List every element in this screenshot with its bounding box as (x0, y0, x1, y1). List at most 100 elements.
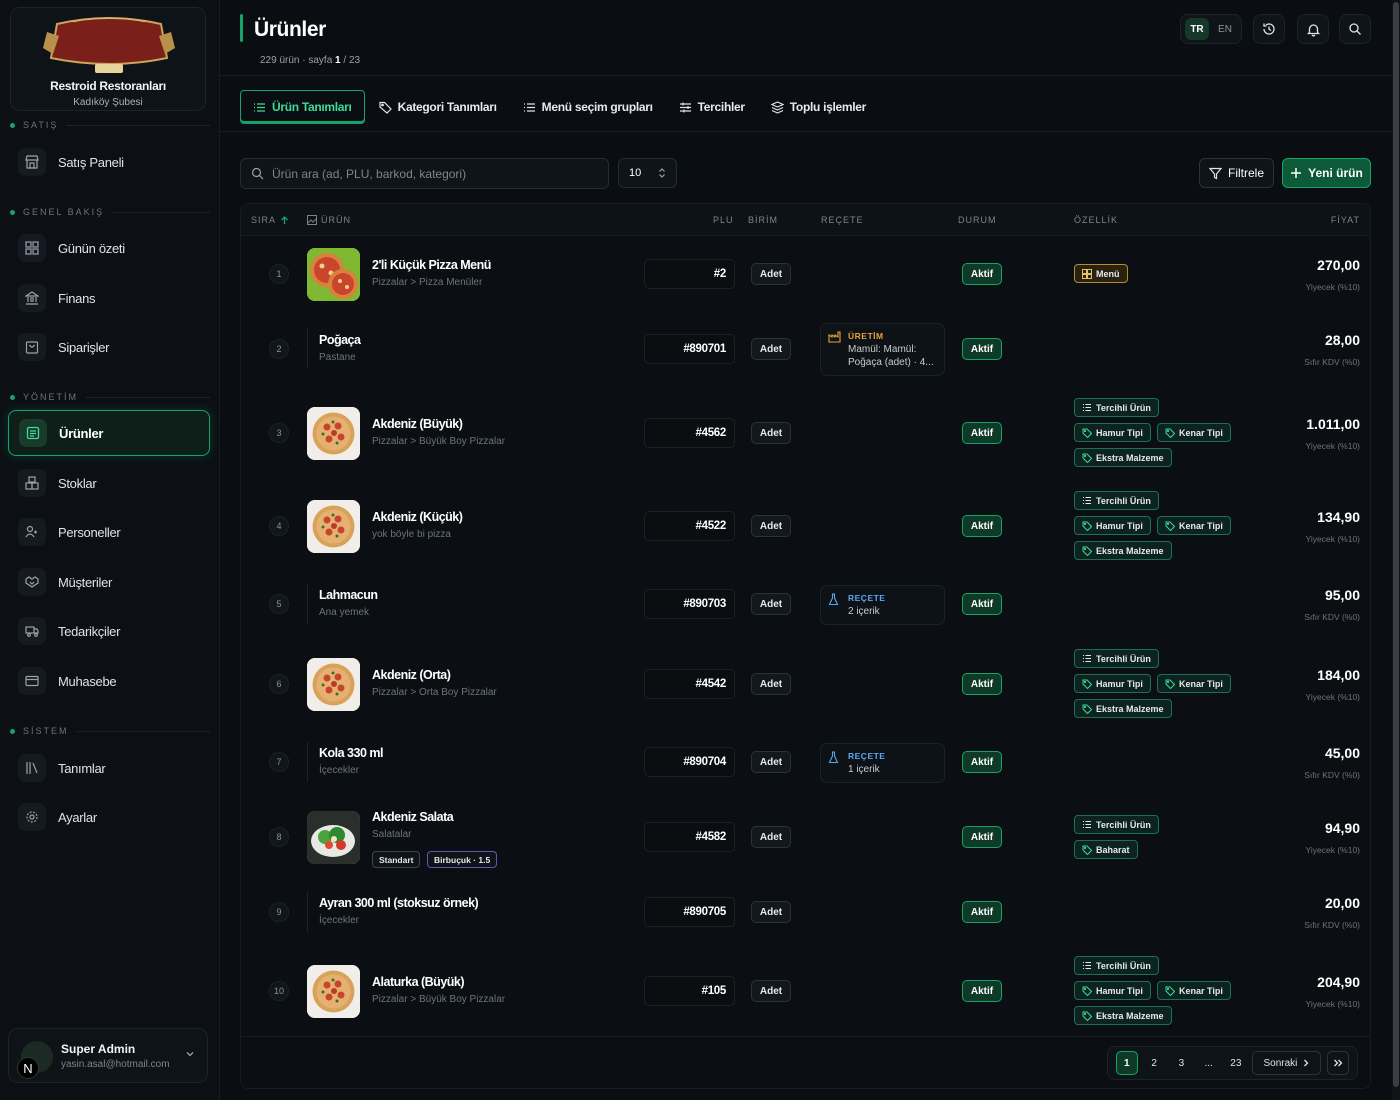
status-badge[interactable]: Aktif (962, 515, 1002, 537)
sidebar-item-finans[interactable]: Finans (8, 275, 210, 321)
production-recipe[interactable]: ÜRETİM Mamül: Mamül: Poğaça (adet) · 4... (820, 323, 945, 376)
user-menu[interactable]: N Super Admin yasin.asal@hotmail.com (8, 1028, 208, 1083)
product-price: 204,90 (1317, 974, 1360, 990)
status-badge[interactable]: Aktif (962, 826, 1002, 848)
plu-field[interactable]: #4542 (644, 669, 735, 699)
product-name[interactable]: Ayran 300 ml (stoksuz örnek) (319, 896, 479, 910)
recipe-type: REÇETE (848, 593, 886, 603)
status-badge[interactable]: Aktif (962, 901, 1002, 923)
product-name[interactable]: Akdeniz (Büyük) (372, 417, 463, 431)
product-name[interactable]: Poğaça (319, 333, 361, 347)
global-search-button[interactable] (1339, 14, 1371, 44)
sidebar-item-ayarlar[interactable]: Ayarlar (8, 794, 210, 840)
product-category: İçecekler (319, 765, 360, 776)
status-badge[interactable]: Aktif (962, 338, 1002, 360)
sort-up-icon (281, 215, 288, 224)
unit-badge: Adet (751, 422, 791, 444)
new-product-button[interactable]: Yeni ürün (1282, 158, 1371, 188)
n-badge: N (17, 1057, 39, 1079)
page-size-select[interactable]: 10 (618, 158, 677, 188)
product-price: 1.011,00 (1306, 416, 1360, 432)
sidebar-item-siparisler[interactable]: Siparişler (8, 324, 210, 370)
filter-button[interactable]: Filtrele (1199, 158, 1274, 188)
gear-icon (18, 803, 46, 831)
sidebar-item-musteriler[interactable]: Müşteriler (8, 559, 210, 605)
language-switcher[interactable]: TR EN (1180, 14, 1242, 44)
plu-field[interactable]: #890705 (644, 897, 735, 927)
page-23[interactable]: 23 (1225, 1051, 1246, 1075)
product-price: 95,00 (1324, 587, 1360, 603)
product-name[interactable]: 2'li Küçük Pizza Menü (372, 258, 491, 272)
sidebar-item-stoklar[interactable]: Stoklar (8, 460, 210, 506)
plu-field[interactable]: #2 (644, 259, 735, 289)
product-name[interactable]: Akdeniz (Küçük) (372, 510, 463, 524)
section-sistem: SİSTEM (10, 726, 210, 736)
col-sira[interactable]: SIRA (251, 215, 289, 225)
status-badge[interactable]: Aktif (962, 980, 1002, 1002)
product-name[interactable]: Kola 330 ml (319, 746, 383, 760)
plu-field[interactable]: #890701 (644, 334, 735, 364)
product-name[interactable]: Alaturka (Büyük) (372, 975, 465, 989)
product-name[interactable]: Akdeniz Salata (372, 810, 454, 824)
scrollbar-thumb[interactable] (1393, 2, 1399, 1087)
tab-urun-tanimlari[interactable]: Ürün Tanımları (240, 90, 365, 124)
page-2[interactable]: 2 (1144, 1051, 1165, 1075)
sidebar-item-tedarikciler[interactable]: Tedarikçiler (8, 608, 210, 654)
variant-chip: Standart (372, 851, 421, 868)
tab-tercihler[interactable]: Tercihler (667, 90, 757, 124)
notifications-button[interactable] (1297, 14, 1329, 44)
plu-field[interactable]: #105 (644, 976, 735, 1006)
plu-field[interactable]: #4562 (644, 418, 735, 448)
product-name[interactable]: Lahmacun (319, 588, 378, 602)
tab-menu-secim-gruplari[interactable]: Menü seçim grupları (511, 90, 665, 124)
row-divider (307, 892, 308, 932)
next-page-button[interactable]: Sonraki (1252, 1051, 1322, 1075)
product-category: Pizzalar > Büyük Boy Pizzalar (372, 994, 506, 1005)
tax-label: Yiyecek (%10) (1305, 534, 1360, 544)
row-number: 1 (269, 264, 289, 284)
plu-field[interactable]: #890703 (644, 589, 735, 619)
sliders-icon (679, 102, 691, 112)
grid-icon (18, 234, 46, 262)
page-3[interactable]: 3 (1171, 1051, 1192, 1075)
sidebar-item-tanimlar[interactable]: Tanımlar (8, 745, 210, 791)
sidebar-item-urunler[interactable]: Ürünler (8, 410, 210, 456)
lang-tr[interactable]: TR (1185, 18, 1209, 40)
status-badge[interactable]: Aktif (962, 751, 1002, 773)
sidebar-item-gunun-ozeti[interactable]: Günün özeti (8, 225, 210, 271)
page-1[interactable]: 1 (1116, 1051, 1138, 1075)
factory-icon (828, 331, 841, 347)
status-badge[interactable]: Aktif (962, 673, 1002, 695)
sidebar-item-personeller[interactable]: Personeller (8, 509, 210, 555)
product-category: Salatalar (372, 829, 412, 840)
status-badge[interactable]: Aktif (962, 422, 1002, 444)
option-tag: Kenar Tipi (1157, 981, 1231, 1000)
tab-kategori-tanimlari[interactable]: Kategori Tanımları (367, 90, 509, 124)
product-name[interactable]: Akdeniz (Orta) (372, 668, 451, 682)
recipe-line: Mamül: Mamül: (848, 344, 917, 355)
sidebar-item-satis-paneli[interactable]: Satış Paneli (8, 139, 210, 185)
col-urun: ÜRÜN (307, 215, 351, 225)
history-button[interactable] (1253, 14, 1285, 44)
last-page-button[interactable] (1327, 1051, 1349, 1075)
plu-field[interactable]: #4522 (644, 511, 735, 541)
restaurant-card[interactable]: Restroid Restoranları Kadıköy Şubesi (10, 7, 206, 111)
lang-en[interactable]: EN (1213, 18, 1237, 40)
status-badge[interactable]: Aktif (962, 263, 1002, 285)
tabs-divider (220, 131, 1392, 132)
image-icon (307, 215, 317, 225)
recipe-info[interactable]: REÇETE 1 içerik (820, 743, 945, 783)
title-accent (240, 14, 243, 42)
tab-toplu-islemler[interactable]: Toplu işlemler (759, 90, 878, 124)
plu-field[interactable]: #4582 (644, 822, 735, 852)
search-input[interactable] (272, 166, 592, 181)
page-title: Ürünler (254, 18, 326, 41)
sidebar-item-muhasebe[interactable]: Muhasebe (8, 658, 210, 704)
page-scrollbar[interactable] (1392, 0, 1400, 1100)
tax-label: Yiyecek (%10) (1305, 999, 1360, 1009)
recipe-info[interactable]: REÇETE 2 içerik (820, 585, 945, 625)
product-search[interactable] (240, 158, 609, 189)
row-number: 4 (269, 516, 289, 536)
plu-field[interactable]: #890704 (644, 747, 735, 777)
status-badge[interactable]: Aktif (962, 593, 1002, 615)
